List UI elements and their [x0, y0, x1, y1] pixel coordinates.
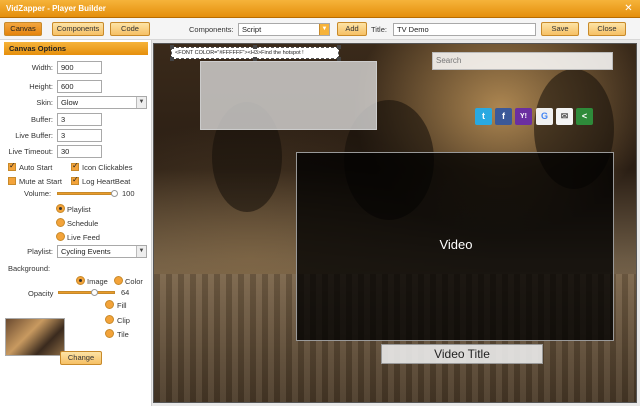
mode-live-feed-label: Live Feed: [67, 233, 100, 242]
fit-tile-label: Tile: [117, 330, 129, 339]
twitter-icon[interactable]: t: [475, 108, 492, 125]
tab-components[interactable]: Components: [52, 22, 104, 36]
close-button[interactable]: Close: [588, 22, 626, 36]
overlay-component[interactable]: [200, 61, 377, 130]
width-label: Width:: [31, 63, 53, 72]
save-button[interactable]: Save: [541, 22, 579, 36]
resize-handle[interactable]: [253, 57, 257, 61]
components-select-value: Script: [242, 25, 262, 34]
mode-live-feed-radio[interactable]: [56, 232, 65, 241]
playlist-label: Playlist:: [27, 247, 53, 256]
chevron-down-icon: ▼: [319, 24, 329, 35]
width-input[interactable]: 900: [57, 61, 102, 74]
log-heartbeat-checkbox[interactable]: [71, 175, 79, 185]
auto-start-checkbox[interactable]: [8, 161, 16, 171]
yahoo-icon[interactable]: Y!: [515, 108, 532, 125]
mode-schedule-radio[interactable]: [56, 218, 65, 227]
live-timeout-label: Live Timeout:: [8, 147, 53, 156]
title-input[interactable]: TV Demo: [393, 23, 536, 36]
live-buffer-label: Live Buffer:: [15, 131, 53, 140]
opacity-label: Opacity: [28, 289, 54, 298]
volume-slider-handle[interactable]: [111, 190, 118, 197]
mode-schedule-label: Schedule: [67, 219, 99, 228]
playlist-select[interactable]: Cycling Events ▼: [57, 245, 147, 258]
chevron-down-icon: ▼: [136, 97, 146, 108]
resize-handle[interactable]: [170, 45, 174, 49]
icon-clickables-label: Icon Clickables: [82, 163, 133, 172]
auto-start-label: Auto Start: [19, 163, 53, 172]
stage-search-input[interactable]: Search: [432, 52, 613, 70]
email-icon[interactable]: ✉: [556, 108, 573, 125]
video-component[interactable]: Video: [296, 152, 614, 341]
buffer-input[interactable]: 3: [57, 113, 102, 126]
log-heartbeat-label: Log HeartBeat: [82, 177, 131, 186]
volume-value: 100: [122, 189, 135, 198]
height-input[interactable]: 600: [57, 80, 102, 93]
video-title-component[interactable]: Video Title: [381, 344, 543, 364]
fit-clip-label: Clip: [117, 316, 130, 325]
google-icon[interactable]: G: [536, 108, 553, 125]
opacity-slider[interactable]: [58, 291, 115, 294]
background-color-label: Color: [125, 277, 143, 286]
window-titlebar: VidZapper - Player Builder ✕: [0, 0, 640, 18]
height-label: Height:: [29, 82, 53, 91]
background-image-radio[interactable]: [76, 276, 85, 285]
mode-playlist-radio[interactable]: [56, 204, 65, 213]
skin-label: Skin:: [36, 98, 53, 107]
background-label: Background:: [8, 264, 51, 273]
canvas-options-panel: Canvas Options Width: 900 Height: 600 Sk…: [0, 40, 152, 406]
resize-handle[interactable]: [337, 45, 341, 49]
resize-handle[interactable]: [337, 57, 341, 61]
volume-label: Volume:: [24, 189, 52, 198]
playlist-select-value: Cycling Events: [61, 247, 111, 256]
background-color-radio[interactable]: [114, 276, 123, 285]
icon-clickables-checkbox[interactable]: [71, 161, 79, 171]
window-close-icon[interactable]: ✕: [623, 3, 634, 14]
mute-at-start-label: Mute at Start: [19, 177, 62, 186]
components-label: Components:: [189, 25, 234, 34]
change-background-button[interactable]: Change: [60, 351, 102, 365]
window-title: VidZapper - Player Builder: [6, 4, 106, 13]
opacity-slider-handle[interactable]: [91, 289, 98, 296]
title-label: Title:: [371, 25, 387, 34]
background-image-label: Image: [87, 277, 108, 286]
opacity-value: 64: [121, 288, 130, 297]
live-buffer-input[interactable]: 3: [57, 129, 102, 142]
tab-code[interactable]: Code: [110, 22, 150, 36]
buffer-label: Buffer:: [31, 115, 53, 124]
add-button[interactable]: Add: [337, 22, 367, 36]
resize-handle[interactable]: [253, 45, 257, 49]
video-label: Video: [439, 237, 473, 252]
fit-tile-radio[interactable]: [105, 329, 114, 338]
skin-select-value: Glow: [61, 98, 79, 107]
tab-canvas[interactable]: Canvas: [4, 22, 42, 36]
share-icon[interactable]: <: [576, 108, 593, 125]
panel-header: Canvas Options: [4, 42, 148, 55]
fit-fill-label: Fill: [117, 301, 127, 310]
fit-fill-radio[interactable]: [105, 300, 114, 309]
mode-playlist-label: Playlist: [67, 205, 91, 214]
skin-select[interactable]: Glow ▼: [57, 96, 147, 109]
live-timeout-input[interactable]: 30: [57, 145, 102, 158]
fit-clip-radio[interactable]: [105, 315, 114, 324]
resize-handle[interactable]: [170, 57, 174, 61]
top-toolbar: Canvas Components Code Components: Scrip…: [0, 18, 640, 40]
volume-slider[interactable]: [57, 192, 114, 195]
background-thumbnail: [5, 318, 65, 356]
facebook-icon[interactable]: f: [495, 108, 512, 125]
mute-at-start-checkbox[interactable]: [8, 177, 16, 185]
chevron-down-icon: ▼: [136, 246, 146, 257]
components-select[interactable]: Script ▼: [238, 23, 330, 36]
